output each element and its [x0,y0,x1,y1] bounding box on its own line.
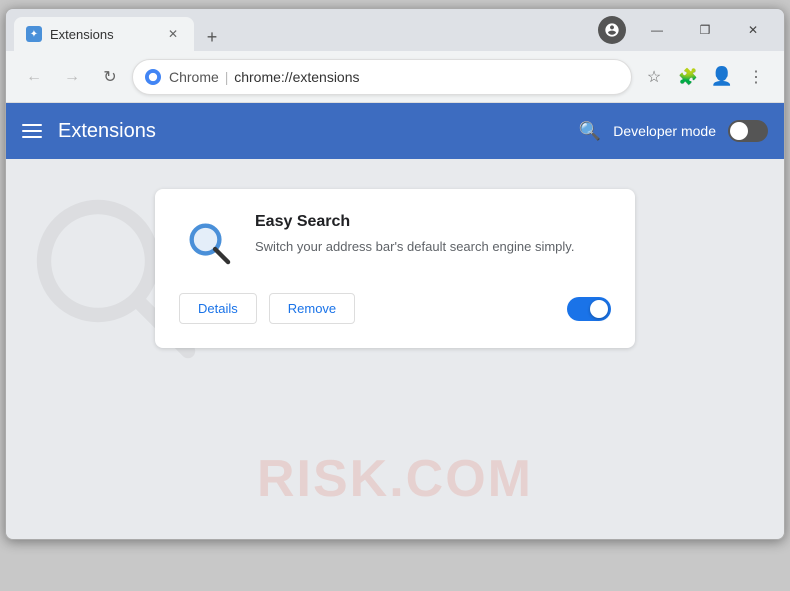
title-bar: Extensions ✕ + — ❒ ✕ [6,9,784,51]
details-button[interactable]: Details [179,293,257,324]
account-button[interactable]: 👤 [706,61,738,93]
main-content: RISK.COM Easy Search Switch your address… [6,159,784,539]
refresh-button[interactable]: ↻ [94,61,126,93]
extensions-header: Extensions 🔍 Developer mode [6,103,784,159]
close-button[interactable]: ✕ [730,14,776,46]
active-tab[interactable]: Extensions ✕ [14,17,194,51]
extensions-button[interactable]: 🧩 [672,61,704,93]
minimize-button[interactable]: — [634,14,680,46]
forward-button[interactable]: → [56,61,88,93]
extension-enable-toggle[interactable] [567,297,611,321]
profile-dropdown-button[interactable] [598,16,626,44]
address-bar[interactable]: Chrome | chrome://extensions [132,59,632,95]
extension-card: Easy Search Switch your address bar's de… [155,189,635,348]
watermark-text: RISK.COM [257,449,533,509]
menu-button[interactable]: ⋮ [740,61,772,93]
forward-icon: → [64,68,80,86]
extension-card-footer: Details Remove [179,293,611,324]
tab-bar: Extensions ✕ + [14,9,582,51]
tab-close-button[interactable]: ✕ [164,25,182,43]
toggle-knob [730,122,748,140]
extension-card-header: Easy Search Switch your address bar's de… [179,213,611,273]
site-favicon [145,69,161,85]
bookmark-button[interactable]: ☆ [638,61,670,93]
developer-mode-label: Developer mode [613,123,716,139]
navigation-bar: ← → ↻ Chrome | chrome://extensions ☆ 🧩 [6,51,784,103]
bookmark-icon: ☆ [647,67,661,87]
extensions-page-title: Extensions [58,120,563,143]
developer-mode-toggle[interactable] [728,120,768,142]
header-right-controls: 🔍 Developer mode [579,120,768,142]
browser-window: Extensions ✕ + — ❒ ✕ ← → ↻ [5,8,785,540]
hamburger-menu-button[interactable] [22,124,42,138]
extension-description: Switch your address bar's default search… [255,237,611,257]
puzzle-icon: 🧩 [678,67,698,87]
extension-info: Easy Search Switch your address bar's de… [255,213,611,257]
address-text: Chrome | chrome://extensions [169,69,619,85]
back-button[interactable]: ← [18,61,50,93]
remove-button[interactable]: Remove [269,293,355,324]
maximize-button[interactable]: ❒ [682,14,728,46]
account-icon: 👤 [711,66,733,87]
new-tab-button[interactable]: + [198,23,226,51]
tab-title: Extensions [50,27,156,42]
kebab-menu-icon: ⋮ [748,67,764,87]
window-controls: — ❒ ✕ [634,14,776,46]
toggle-knob-on [590,300,608,318]
nav-right-icons: ☆ 🧩 👤 ⋮ [638,61,772,93]
tab-favicon [26,26,42,42]
refresh-icon: ↻ [103,67,116,87]
back-icon: ← [26,68,42,86]
extension-name: Easy Search [255,213,611,231]
extension-icon [179,213,239,273]
search-button[interactable]: 🔍 [579,121,601,142]
